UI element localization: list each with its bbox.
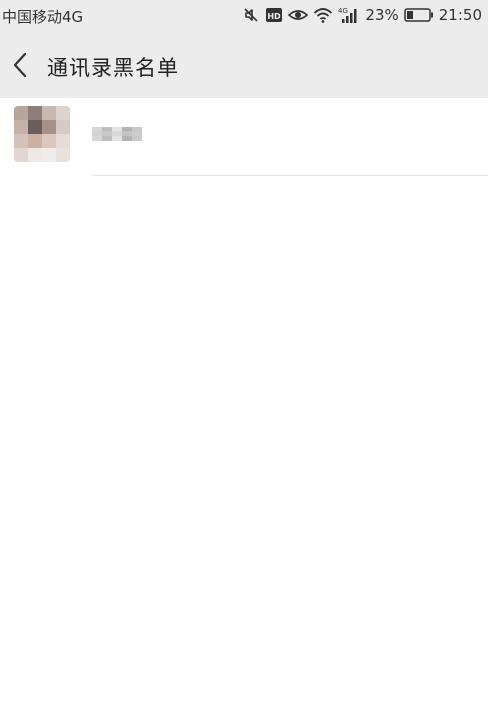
carrier-label: 中国移动4G	[2, 8, 84, 26]
screen: 中国移动4G HD 4G 23% 21:50 通讯录黑名单	[0, 0, 488, 720]
chevron-left-icon	[13, 52, 27, 78]
hd-badge-text: HD	[268, 12, 282, 21]
status-icons: HD 4G 23% 21:50	[242, 4, 482, 26]
title-bar: 通讯录黑名单	[0, 32, 488, 98]
battery-icon	[404, 6, 434, 24]
page-title: 通讯录黑名单	[47, 56, 179, 80]
status-bar: 中国移动4G HD 4G 23% 21:50	[0, 0, 488, 32]
mute-icon	[242, 6, 260, 24]
contact-name	[92, 122, 144, 146]
clock: 21:50	[438, 6, 482, 24]
wifi-icon	[313, 6, 333, 24]
back-button[interactable]	[6, 48, 34, 82]
list-item[interactable]	[0, 98, 488, 176]
eye-icon	[288, 6, 309, 24]
battery-percent: 23%	[365, 6, 399, 24]
avatar-image	[14, 106, 70, 162]
signal-icon: 4G	[338, 6, 360, 24]
avatar	[14, 106, 70, 162]
blacklist-contact-list	[0, 98, 488, 176]
network-type-label: 4G	[338, 7, 348, 15]
blurred-name	[92, 127, 142, 141]
hd-icon: HD	[265, 6, 283, 24]
divider	[92, 175, 488, 176]
